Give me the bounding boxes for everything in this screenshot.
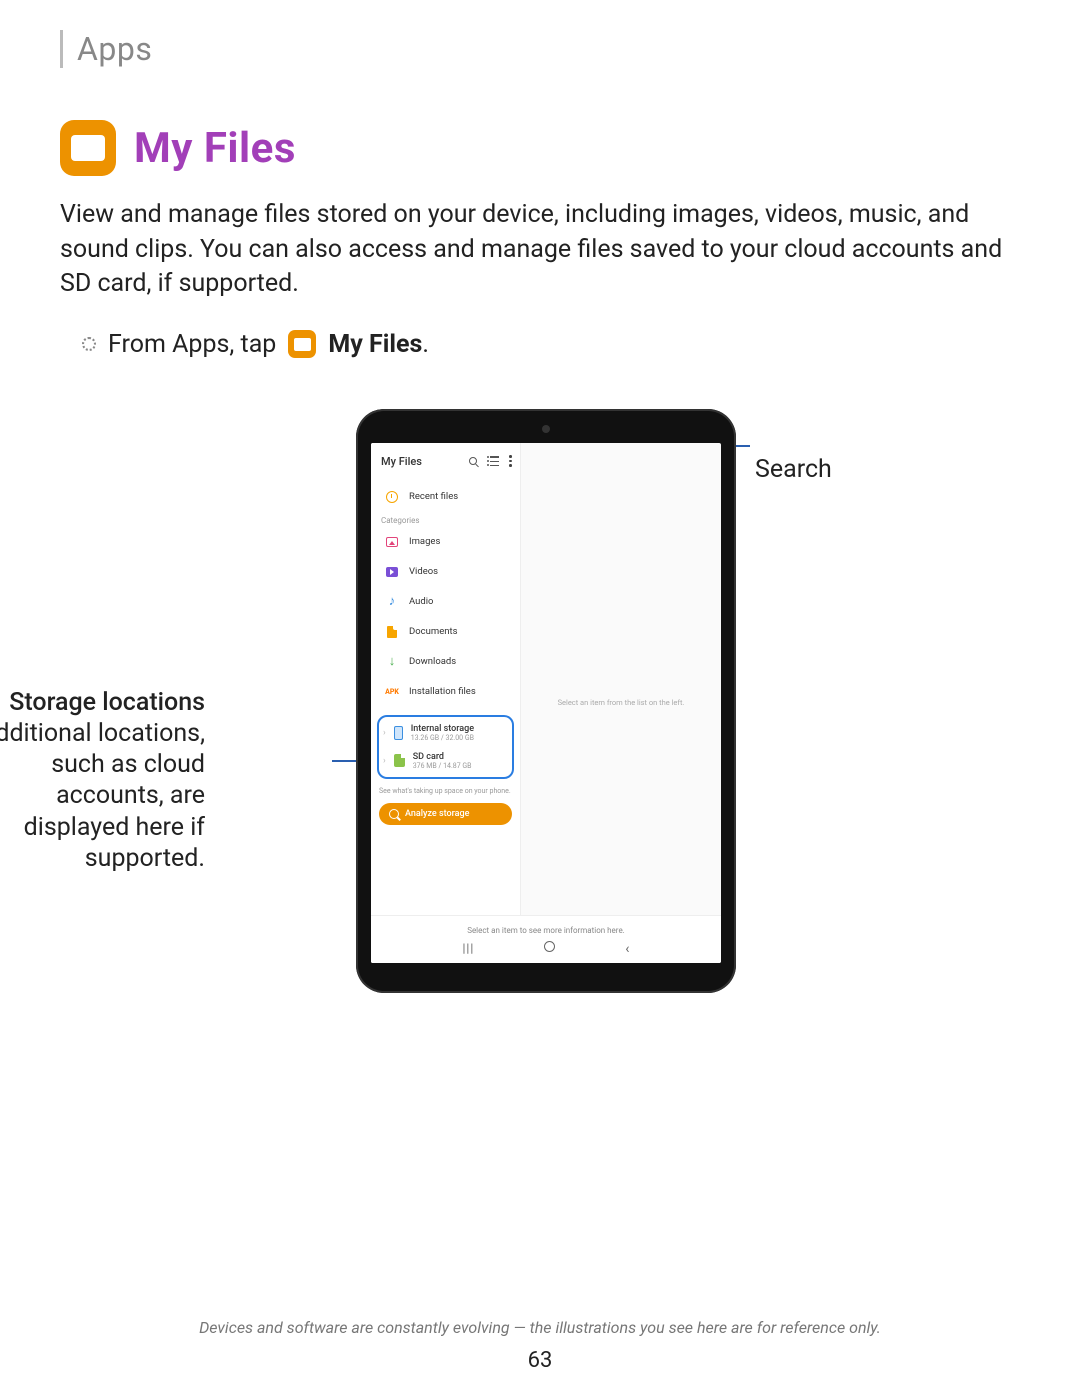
nav-bar: ||| ‹ — [462, 941, 629, 957]
breadcrumb-label: Apps — [77, 30, 1020, 68]
apk-icon: APK — [385, 685, 399, 699]
phone-storage-icon — [394, 726, 403, 740]
bottom-bar: Select an item to see more information h… — [371, 915, 721, 963]
storage-internal[interactable]: › Internal storage 13.26 GB / 32.00 GB — [379, 719, 512, 747]
tablet-frame: My Files Recent files Categories — [356, 409, 736, 993]
folder-icon — [71, 135, 105, 161]
bottom-message: Select an item to see more information h… — [467, 926, 625, 935]
magnifier-icon — [389, 809, 399, 819]
callout-search: Search — [755, 454, 832, 485]
storage-sd-card[interactable]: › SD card 376 MB / 14.87 GB — [379, 747, 512, 775]
callout-storage-body: Additional locations, such as cloud acco… — [0, 718, 205, 874]
page-number: 63 — [0, 1348, 1080, 1373]
callout-storage: Storage locations Additional locations, … — [0, 687, 205, 875]
content-pane: Select an item from the list on the left… — [521, 443, 721, 963]
instruction-step: From Apps, tap My Files. — [60, 330, 1020, 359]
category-videos[interactable]: Videos — [371, 557, 520, 587]
categories-section-label: Categories — [371, 512, 520, 527]
storage-hint: See what's taking up space on your phone… — [371, 787, 520, 801]
videos-icon — [386, 567, 398, 577]
page-title: My Files — [134, 124, 296, 173]
search-icon[interactable] — [469, 457, 477, 465]
my-files-app-icon-small — [288, 330, 316, 358]
app-title: My Files — [381, 455, 422, 468]
category-documents[interactable]: Documents — [371, 617, 520, 647]
title-row: My Files — [60, 120, 1020, 176]
category-label: Videos — [409, 566, 438, 577]
recent-files-label: Recent files — [409, 491, 458, 502]
my-files-app-icon — [60, 120, 116, 176]
nav-home-icon[interactable] — [544, 941, 555, 952]
sd-card-icon — [394, 754, 405, 767]
more-options-icon[interactable] — [509, 455, 512, 467]
storage-title: Internal storage — [411, 724, 474, 734]
breadcrumb: Apps — [60, 30, 1020, 68]
images-icon — [386, 537, 398, 547]
category-label: Installation files — [409, 686, 476, 697]
nav-back-icon[interactable]: ‹ — [625, 941, 629, 957]
category-label: Documents — [409, 626, 458, 637]
analyze-label: Analyze storage — [405, 809, 469, 819]
storage-title: SD card — [413, 752, 472, 762]
callout-search-label: Search — [755, 455, 832, 484]
category-label: Audio — [409, 596, 433, 607]
documents-icon — [387, 626, 397, 638]
clock-icon — [386, 491, 398, 503]
footnote: Devices and software are constantly evol… — [0, 1318, 1080, 1337]
callout-storage-title: Storage locations — [0, 687, 205, 718]
sidebar: My Files Recent files Categories — [371, 443, 521, 963]
step-app-name: My Files — [328, 330, 422, 359]
step-prefix: From Apps, tap — [108, 330, 276, 359]
nav-recents-icon[interactable]: ||| — [462, 941, 474, 957]
audio-icon: ♪ — [385, 595, 399, 609]
storage-sub: 13.26 GB / 32.00 GB — [411, 734, 474, 742]
camera-dot — [542, 425, 550, 433]
analyze-storage-button[interactable]: Analyze storage — [379, 803, 512, 825]
screen: My Files Recent files Categories — [371, 443, 721, 963]
category-downloads[interactable]: ↓ Downloads — [371, 647, 520, 677]
recent-files-row[interactable]: Recent files — [371, 482, 520, 512]
view-list-icon[interactable] — [487, 456, 499, 466]
storage-locations-box: › Internal storage 13.26 GB / 32.00 GB › — [377, 715, 514, 779]
pane-placeholder: Select an item from the list on the left… — [558, 698, 685, 707]
storage-sub: 376 MB / 14.87 GB — [413, 762, 472, 770]
category-installation-files[interactable]: APK Installation files — [371, 677, 520, 707]
step-suffix: . — [422, 330, 429, 359]
category-images[interactable]: Images — [371, 527, 520, 557]
sidebar-header: My Files — [371, 449, 520, 482]
chevron-right-icon: › — [383, 728, 386, 738]
bullet-icon — [82, 337, 96, 351]
device-illustration: Search Storage locations Additional loca… — [60, 409, 1020, 1029]
category-label: Downloads — [409, 656, 456, 667]
chevron-right-icon: › — [383, 756, 386, 766]
downloads-icon: ↓ — [385, 655, 399, 669]
category-label: Images — [409, 536, 440, 547]
category-audio[interactable]: ♪ Audio — [371, 587, 520, 617]
intro-paragraph: View and manage files stored on your dev… — [60, 198, 1020, 302]
folder-icon — [294, 338, 311, 351]
